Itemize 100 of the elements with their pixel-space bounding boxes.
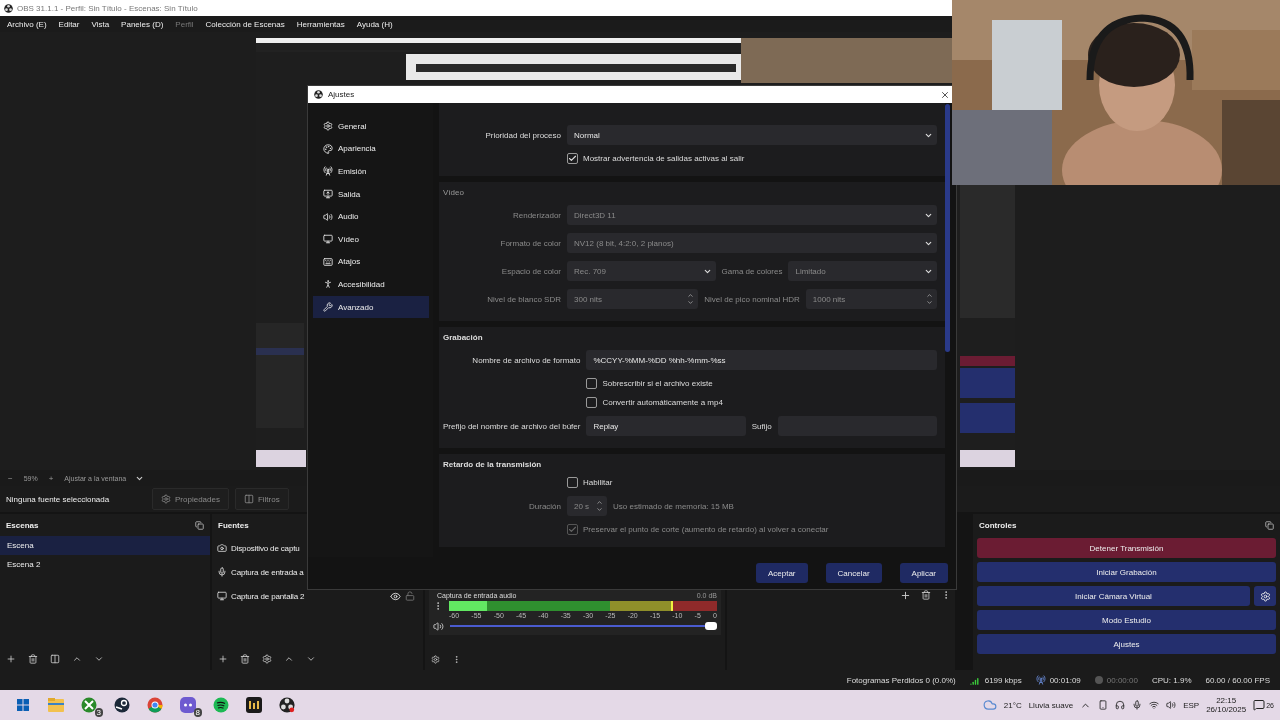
obs-icon <box>278 697 295 713</box>
menu-item[interactable]: Vista <box>85 19 116 29</box>
dialog-button[interactable]: Aceptar <box>755 563 808 583</box>
undock-icon[interactable] <box>1265 520 1274 530</box>
logo-icon <box>314 90 323 99</box>
checkbox[interactable] <box>567 153 578 164</box>
delete-button[interactable] <box>921 590 931 601</box>
unlock-icon[interactable] <box>405 591 415 601</box>
control-button[interactable]: Ajustes <box>977 634 1276 654</box>
dialog-button[interactable]: Aplicar <box>899 563 948 583</box>
control-button[interactable]: Iniciar Grabación <box>977 562 1276 582</box>
plus-icon <box>6 654 16 664</box>
camera-icon <box>217 543 227 553</box>
plus-icon <box>218 654 228 664</box>
field-label: Prefijo del nombre de archivo del búfer <box>443 421 581 431</box>
move-down-button[interactable] <box>306 654 316 664</box>
scrollbar[interactable] <box>945 104 950 353</box>
filter-button[interactable] <box>50 654 60 664</box>
add-button[interactable] <box>900 590 911 601</box>
checkbox-label: Sobrescribir si el archivo existe <box>602 379 713 388</box>
menu-item[interactable]: Herramientas <box>290 19 351 29</box>
move-down-button[interactable] <box>94 654 104 664</box>
settings-button[interactable] <box>1254 586 1276 606</box>
scene-item[interactable]: Escena <box>0 536 210 555</box>
eye-icon[interactable] <box>390 590 401 602</box>
menu-item[interactable]: Ayuda (H) <box>350 19 399 29</box>
control-button[interactable]: Modo Estudio <box>977 610 1276 630</box>
settings-nav-item[interactable]: Vídeo <box>313 227 429 251</box>
clock-time: 22:15 <box>1216 696 1237 705</box>
delete-button[interactable] <box>28 654 38 664</box>
monitor-out-icon <box>323 189 333 200</box>
field-label: Espacio de color <box>500 266 561 276</box>
network-icon[interactable] <box>1149 700 1160 710</box>
menu-item[interactable]: Paneles (D) <box>115 19 170 29</box>
record-time: 00:00:00 <box>1106 675 1138 685</box>
control-button[interactable]: Detener Transmisión <box>977 538 1276 558</box>
microphone-icon <box>217 567 227 577</box>
chevron-up-icon <box>284 654 294 664</box>
settings-nav-item[interactable]: Audio <box>313 205 429 228</box>
checkbox[interactable] <box>586 378 598 389</box>
microphone-icon[interactable] <box>1132 700 1143 710</box>
dialog-title: Ajustes <box>328 90 356 99</box>
delete-button[interactable] <box>240 654 250 664</box>
xbox-icon <box>80 697 97 713</box>
control-button[interactable]: Iniciar Cámara Virtual <box>977 586 1250 606</box>
checkbox-label: Convertir automáticamente a mp4 <box>602 398 723 407</box>
phone-icon[interactable] <box>1098 700 1109 710</box>
checkbox[interactable] <box>586 397 598 408</box>
settings-nav-item[interactable]: Salida <box>313 182 429 206</box>
settings-nav-item[interactable]: Avanzado <box>313 295 429 319</box>
status-text: CPU: 1.9% <box>1151 675 1192 685</box>
add-button[interactable] <box>6 654 16 664</box>
menu-button[interactable] <box>452 654 461 664</box>
speaker-button[interactable] <box>433 621 444 632</box>
menu-item[interactable]: Colección de Escenas <box>199 19 291 29</box>
undock-icon[interactable] <box>195 520 204 530</box>
zoom-out-button[interactable]: − <box>6 473 15 483</box>
menu-item[interactable]: Editar <box>52 19 86 29</box>
taskbar-app[interactable]: 3 <box>72 690 105 720</box>
trash-icon <box>921 590 931 600</box>
field-label: Nombre de archivo de formato <box>471 355 581 365</box>
section-title: Retardo de la transmisión <box>443 460 543 469</box>
language-indicator[interactable]: ESP <box>1183 700 1200 710</box>
zoom-in-button[interactable]: + <box>46 473 56 483</box>
message-icon <box>1253 699 1266 711</box>
menu-item[interactable]: Archivo (E) <box>1 19 53 29</box>
dialog-button[interactable]: Cancelar <box>825 563 882 583</box>
status-text: 60.00 / 60.00 FPS <box>1205 675 1270 685</box>
move-up-button[interactable] <box>284 654 294 664</box>
settings-nav-item[interactable]: Emisión <box>313 160 429 183</box>
taskbar-app[interactable]: 8 <box>171 690 204 720</box>
badge: 8 <box>193 708 202 717</box>
filter-icon <box>50 654 60 664</box>
plus-icon <box>900 590 911 601</box>
settings-nav-item[interactable]: General <box>313 115 429 138</box>
settings-button[interactable] <box>262 654 272 664</box>
volume-slider[interactable] <box>450 621 717 631</box>
app-icon <box>245 697 262 713</box>
memory-note: Uso estimado de memoria: 15 MB <box>613 501 734 511</box>
monitor-icon <box>217 591 227 601</box>
headphones-icon[interactable] <box>1115 700 1126 710</box>
field-label: Nivel de blanco SDR <box>486 294 561 304</box>
add-button[interactable] <box>218 654 228 664</box>
close-icon[interactable] <box>940 89 950 100</box>
input-field[interactable]: Replay <box>586 416 746 436</box>
source-item[interactable]: Captura de pantalla 2 <box>231 591 386 601</box>
checkbox-label: Mostrar advertencia de salidas activas al salir <box>583 154 745 163</box>
badge: 3 <box>94 708 103 717</box>
speaker-icon[interactable] <box>1166 700 1177 710</box>
window-title: OBS 31.1.1 - Perfil: Sin Título - Escenas: Sin Título <box>17 3 198 13</box>
input-field[interactable]: %CCYY-%MM-%DD %hh-%mm-%ss <box>586 350 937 370</box>
dropdown[interactable]: Normal <box>567 125 937 145</box>
dock-title: Escenas <box>6 520 39 530</box>
settings-button[interactable] <box>431 654 440 664</box>
settings-nav-item[interactable]: Atajos <box>313 250 429 274</box>
scene-item[interactable]: Escena 2 <box>0 555 210 574</box>
move-up-button[interactable] <box>72 654 82 664</box>
checkbox[interactable] <box>567 477 578 488</box>
settings-nav-item[interactable]: Apariencia <box>313 137 429 161</box>
settings-nav-item[interactable]: Accesibilidad <box>313 273 429 296</box>
